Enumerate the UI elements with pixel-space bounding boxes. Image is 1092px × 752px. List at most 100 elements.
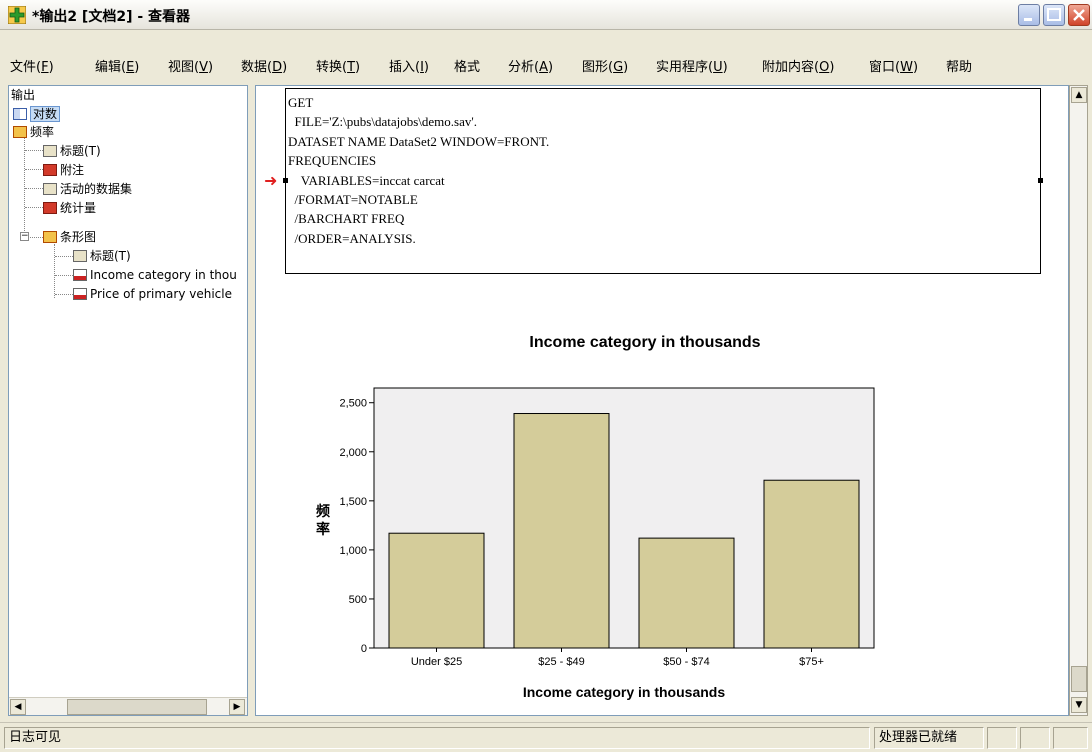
tree-line — [55, 256, 73, 257]
app-plus-icon — [8, 6, 26, 24]
outline-item-notes[interactable]: 附注 — [43, 161, 84, 179]
chart-icon — [73, 269, 87, 281]
bar[interactable] — [388, 532, 485, 649]
menu-item[interactable]: 窗口(W) — [869, 56, 918, 75]
outline-item-label: 对数 — [30, 106, 61, 122]
scroll-down-button[interactable]: ▼ — [1071, 697, 1087, 713]
scroll-up-button[interactable]: ▲ — [1071, 87, 1087, 103]
bar[interactable] — [638, 537, 735, 649]
status-log-visible: 日志可见 — [4, 727, 870, 749]
maximize-icon — [1047, 8, 1061, 21]
outline-item-title[interactable]: 标题(T) — [43, 142, 101, 160]
y-tick-label: 2,500 — [339, 398, 367, 410]
menu-item[interactable]: 实用程序(U) — [656, 56, 728, 75]
statistics-icon — [43, 202, 57, 214]
outline-item-bar-chart[interactable]: 条形图 — [43, 228, 96, 246]
y-tick-label: 1,000 — [339, 545, 367, 557]
x-tick-label: $50 - $74 — [663, 656, 709, 668]
menu-item[interactable]: 分析(A) — [508, 56, 553, 75]
menu-bar: 文件(F) 编辑(E) 视图(V) 数据(D) 转换(T) 插入(I) 格式 分析(A) 图形(… — [0, 51, 1092, 79]
outline-item-log[interactable]: 对数 — [13, 105, 61, 123]
maximize-button[interactable] — [1043, 4, 1065, 26]
y-tick-label: 500 — [349, 594, 367, 606]
outline-item-label: 标题(T) — [90, 249, 131, 263]
menu-item[interactable]: 格式 — [454, 56, 480, 75]
outline-item-label: 条形图 — [60, 230, 97, 244]
menu-item[interactable]: 编辑(E) — [95, 56, 139, 75]
menu-item[interactable]: 转换(T) — [316, 56, 360, 75]
outline-item-label: 活动的数据集 — [60, 182, 133, 196]
minimize-icon — [1024, 18, 1032, 21]
frequencies-icon — [13, 126, 27, 138]
x-axis-label: Income category in thousands — [523, 684, 725, 700]
outline-pane[interactable]: 输出 对数 频率 标题(T) 附注 活动的数据集 统计量 − 条形图 标题(T)… — [8, 85, 248, 716]
menu-item[interactable]: 文件(F) — [10, 56, 54, 75]
content-pane[interactable]: ➜ GET FILE='Z:\pubs\datajobs\demo.sav'. D… — [255, 85, 1069, 716]
tree-line — [55, 294, 73, 295]
status-processor: 处理器已就绪 — [874, 727, 984, 749]
outline-item-label: 标题(T) — [60, 144, 101, 158]
outline-horizontal-scrollbar[interactable]: ◀ ▶ — [9, 697, 247, 715]
outline-item-chart-title[interactable]: 标题(T) — [73, 247, 131, 265]
status-bar: 日志可见 处理器已就绪 — [0, 722, 1092, 752]
y-axis-label: 频率 — [316, 503, 330, 538]
outline-item-active-dataset[interactable]: 活动的数据集 — [43, 180, 132, 198]
x-tick-label: $75+ — [799, 656, 824, 668]
notes-icon — [43, 164, 57, 176]
tree-line — [25, 150, 43, 151]
chart-icon — [73, 288, 87, 300]
content-vertical-scrollbar[interactable]: ▲ ▼ — [1069, 85, 1088, 716]
outline-item-statistics[interactable]: 统计量 — [43, 199, 96, 217]
tree-line — [25, 169, 43, 170]
x-tick-label: Under $25 — [411, 656, 462, 668]
outline-item-income-chart[interactable]: Income category in thou — [73, 266, 237, 284]
tree-line — [30, 237, 43, 238]
arrow-left-icon: ◀ — [14, 702, 22, 712]
scroll-thumb[interactable] — [67, 699, 207, 715]
window-title: *输出2 [文档2] - 查看器 — [32, 9, 191, 25]
bar-chart[interactable]: Income category in thousands 0 500 1,000 1,… — [256, 86, 1069, 716]
tree-line — [25, 207, 43, 208]
toolbar-strip — [0, 30, 1092, 51]
outline-item-frequencies[interactable]: 频率 — [13, 123, 54, 141]
title-icon — [73, 250, 87, 262]
x-tick-label: $25 - $49 — [538, 656, 584, 668]
status-cell-empty — [987, 727, 1017, 749]
menu-item[interactable]: 图形(G) — [582, 56, 628, 75]
log-book-icon — [13, 108, 27, 120]
tree-line — [25, 188, 43, 189]
outline-item-label: Income category in thou — [90, 268, 237, 282]
outline-root-label: 输出 — [11, 88, 36, 102]
menu-item[interactable]: 数据(D) — [241, 56, 287, 75]
bar[interactable] — [763, 479, 860, 649]
status-cell-empty — [1053, 727, 1088, 749]
outline-item-vehicle-chart[interactable]: Price of primary vehicle — [73, 285, 232, 303]
bar-chart-folder-icon — [43, 231, 57, 243]
tree-line — [54, 244, 55, 298]
outline-item-label: 附注 — [60, 163, 85, 177]
outline-item-label: 统计量 — [60, 201, 97, 215]
menu-item[interactable]: 帮助 — [946, 56, 972, 75]
title-bar: *输出2 [文档2] - 查看器 — [0, 0, 1092, 30]
scroll-left-button[interactable]: ◀ — [10, 699, 26, 715]
outline-item-label: 频率 — [30, 125, 55, 139]
collapse-toggle[interactable]: − — [20, 232, 29, 241]
title-icon — [43, 145, 57, 157]
tree-line — [24, 131, 25, 241]
status-cell-empty — [1020, 727, 1050, 749]
close-icon — [1073, 9, 1085, 21]
close-button[interactable] — [1068, 4, 1090, 26]
bar[interactable] — [513, 413, 610, 649]
scroll-thumb[interactable] — [1071, 666, 1087, 692]
y-tick-label: 1,500 — [339, 496, 367, 508]
menu-item[interactable]: 视图(V) — [168, 56, 213, 75]
arrow-right-icon: ▶ — [233, 702, 241, 712]
menu-item[interactable]: 插入(I) — [389, 56, 429, 75]
outline-root[interactable]: 输出 — [11, 86, 35, 104]
scroll-right-button[interactable]: ▶ — [229, 699, 245, 715]
menu-item[interactable]: 附加内容(O) — [762, 56, 834, 75]
minimize-button[interactable] — [1018, 4, 1040, 26]
dataset-icon — [43, 183, 57, 195]
arrow-up-icon: ▲ — [1075, 90, 1083, 100]
y-tick-label: 2,000 — [339, 447, 367, 459]
